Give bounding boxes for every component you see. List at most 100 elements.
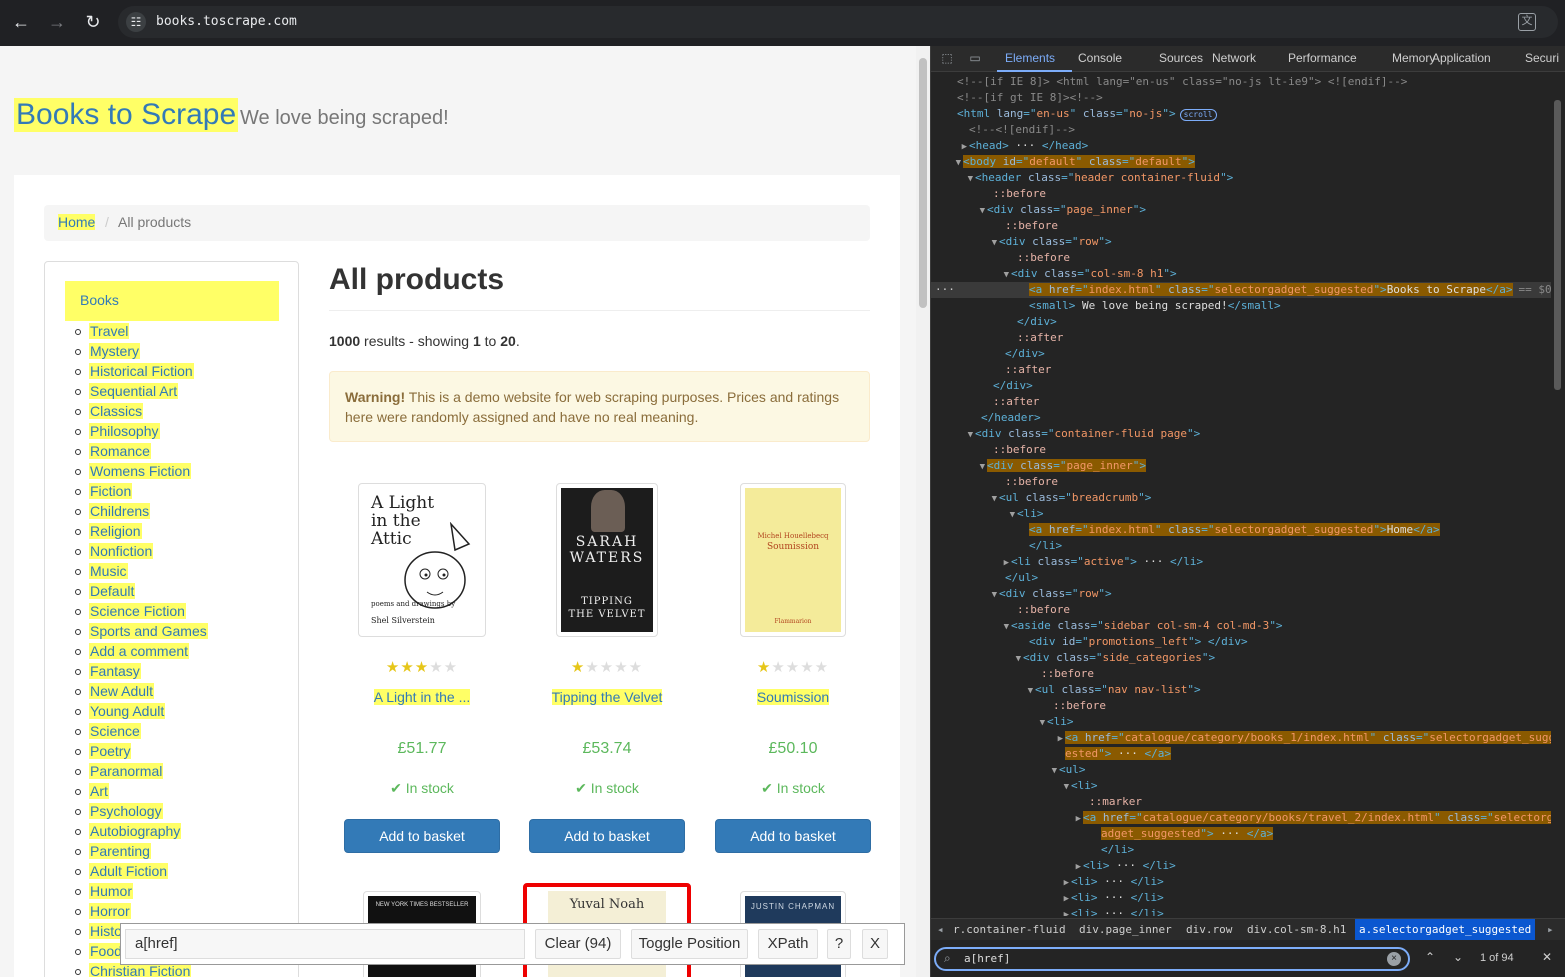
dom-node-line[interactable]: </li> [931, 538, 1551, 554]
sidebar-category-item[interactable]: Travel [75, 321, 208, 341]
sidebar-category-item[interactable]: Science Fiction [75, 601, 208, 621]
dom-node-line[interactable]: ▼ <div class="page_inner"> [931, 458, 1551, 474]
dom-node-line[interactable]: ::before [931, 666, 1551, 682]
dom-node-line[interactable]: ▶ <li> ··· </li> [931, 858, 1551, 874]
dom-node-line[interactable]: ▼ <body id="default" class="default"> [931, 154, 1551, 170]
dom-node-line[interactable]: ::before [931, 698, 1551, 714]
selector-input[interactable]: a[href] [125, 929, 525, 959]
category-link[interactable]: Poetry [89, 743, 132, 759]
node-actions-icon[interactable]: ··· [935, 282, 955, 298]
sidebar-category-item[interactable]: Fiction [75, 481, 208, 501]
dom-node-line[interactable]: ::marker [931, 794, 1551, 810]
dom-node-line[interactable]: ▼ <ul> [931, 762, 1551, 778]
dom-node-line[interactable]: ▼ <li> [931, 778, 1551, 794]
site-info-icon[interactable]: ☷ [126, 12, 146, 32]
category-link[interactable]: Young Adult [89, 703, 166, 719]
next-match-icon[interactable]: ⌄ [1453, 950, 1463, 964]
sidebar-category-item[interactable]: Humor [75, 881, 208, 901]
category-link[interactable]: Womens Fiction [89, 463, 192, 479]
dom-node-line[interactable]: ::after [931, 362, 1551, 378]
devtools-tab[interactable]: Console [1078, 51, 1122, 65]
devtools-tab[interactable]: Elements [1005, 51, 1055, 65]
toggle-position-button[interactable]: Toggle Position [631, 929, 748, 959]
category-link[interactable]: Humor [89, 883, 134, 899]
devtools-crumb[interactable]: a.selectorgadget_suggested [1355, 919, 1536, 940]
category-link[interactable]: Parenting [89, 843, 151, 859]
dom-scrollbar[interactable] [1551, 100, 1563, 915]
dom-node-line[interactable]: ::before [931, 218, 1551, 234]
sidebar-category-item[interactable]: Adult Fiction [75, 861, 208, 881]
category-link[interactable]: Christian Fiction [89, 963, 192, 977]
category-link[interactable]: Sequential Art [89, 383, 179, 399]
category-link[interactable]: Religion [89, 523, 142, 539]
clear-button[interactable]: Clear (94) [535, 929, 621, 959]
product-title-link[interactable]: Soumission [756, 689, 830, 705]
dom-node-line[interactable]: ▼ <div class="side_categories"> [931, 650, 1551, 666]
dom-node-line[interactable]: ▼ <div class="container-fluid page"> [931, 426, 1551, 442]
sidebar-category-item[interactable]: Religion [75, 521, 208, 541]
help-button[interactable]: ? [827, 929, 851, 959]
previous-match-icon[interactable]: ⌃ [1425, 950, 1435, 964]
dom-scroll-thumb[interactable] [1554, 100, 1561, 390]
breadcrumb-home-link[interactable]: Home [58, 214, 96, 230]
category-link[interactable]: Paranormal [89, 763, 164, 779]
dom-node-line[interactable]: <!--<![endif]--> [931, 122, 1551, 138]
dom-node-line[interactable]: ▼ <div class="col-sm-8 h1"> [931, 266, 1551, 282]
category-link[interactable]: Travel [89, 323, 130, 339]
category-link[interactable]: Historical Fiction [89, 363, 194, 379]
dom-node-line[interactable]: ▶ <a href="catalogue/category/books/trave… [931, 810, 1551, 826]
dom-node-line[interactable]: ▶ <head> ··· </head> [931, 138, 1551, 154]
dom-node-line[interactable]: ▼ <ul class="breadcrumb"> [931, 490, 1551, 506]
category-link[interactable]: Science [89, 723, 141, 739]
product-title-link[interactable]: Tipping the Velvet [551, 689, 663, 705]
crumbs-right-arrow-icon[interactable]: ▸ [1547, 923, 1554, 936]
category-link[interactable]: Philosophy [89, 423, 160, 439]
sidebar-category-item[interactable]: Sequential Art [75, 381, 208, 401]
add-to-basket-button[interactable]: Add to basket [344, 819, 500, 853]
forward-arrow-icon[interactable]: → [44, 9, 70, 35]
dom-node-line[interactable]: <div id="promotions_left"> </div> [931, 634, 1551, 650]
category-link[interactable]: Romance [89, 443, 151, 459]
devtools-crumb[interactable]: div.col-sm-8.h1 [1247, 923, 1346, 936]
sidebar-category-item[interactable]: Default [75, 581, 208, 601]
dom-node-line[interactable]: ▼ <div class="row"> [931, 586, 1551, 602]
sidebar-category-item[interactable]: Autobiography [75, 821, 208, 841]
translate-icon[interactable]: 文 [1518, 13, 1536, 31]
sidebar-category-item[interactable]: New Adult [75, 681, 208, 701]
clear-search-icon[interactable]: × [1387, 952, 1401, 966]
category-link[interactable]: Psychology [89, 803, 163, 819]
sidebar-category-item[interactable]: Psychology [75, 801, 208, 821]
sidebar-category-item[interactable]: Science [75, 721, 208, 741]
sidebar-category-item[interactable]: Classics [75, 401, 208, 421]
add-to-basket-button[interactable]: Add to basket [529, 819, 685, 853]
dom-node-line[interactable]: </div> [931, 314, 1551, 330]
sidebar-category-item[interactable]: Historical Fiction [75, 361, 208, 381]
dom-node-line[interactable]: ▶ <a href="catalogue/category/books_1/ind… [931, 730, 1551, 746]
sidebar-category-item[interactable]: Art [75, 781, 208, 801]
sidebar-books-link[interactable]: Books [65, 281, 279, 321]
dom-node-line[interactable]: </header> [931, 410, 1551, 426]
sidebar-category-item[interactable]: Music [75, 561, 208, 581]
url-text[interactable]: books.toscrape.com [156, 14, 297, 29]
dom-node-line[interactable]: ▶ <li class="active"> ··· </li> [931, 554, 1551, 570]
dom-node-line[interactable]: ▼ <header class="header container-fluid"> [931, 170, 1551, 186]
page-scroll-thumb[interactable] [919, 58, 927, 308]
dom-node-line[interactable]: ::before [931, 474, 1551, 490]
category-link[interactable]: Art [89, 783, 109, 799]
site-title-link[interactable]: Books to Scrape [14, 98, 239, 132]
dom-node-line[interactable]: <html lang="en-us" class="no-js"> scroll [931, 106, 1551, 122]
category-link[interactable]: Sports and Games [89, 623, 208, 639]
category-link[interactable]: Horror [89, 903, 131, 919]
category-link[interactable]: Science Fiction [89, 603, 186, 619]
devtools-crumb[interactable]: div.row [1186, 923, 1232, 936]
devtools-crumb[interactable]: div.page_inner [1079, 923, 1172, 936]
devtools-tab[interactable]: Securi [1525, 51, 1559, 65]
xpath-button[interactable]: XPath [758, 929, 818, 959]
dom-node-line[interactable]: ::before [931, 250, 1551, 266]
devtools-search-box[interactable]: ⌕ a[href] × [934, 947, 1410, 971]
dom-node-line[interactable]: <a href="index.html" class="selectorgadg… [931, 282, 1551, 298]
devtools-tab[interactable]: Sources [1159, 51, 1203, 65]
dom-node-line[interactable]: adget_suggested"> ··· </a> [931, 826, 1551, 842]
dom-node-line[interactable]: ▶ <li> ··· </li> [931, 906, 1551, 916]
sidebar-category-item[interactable]: Sports and Games [75, 621, 208, 641]
